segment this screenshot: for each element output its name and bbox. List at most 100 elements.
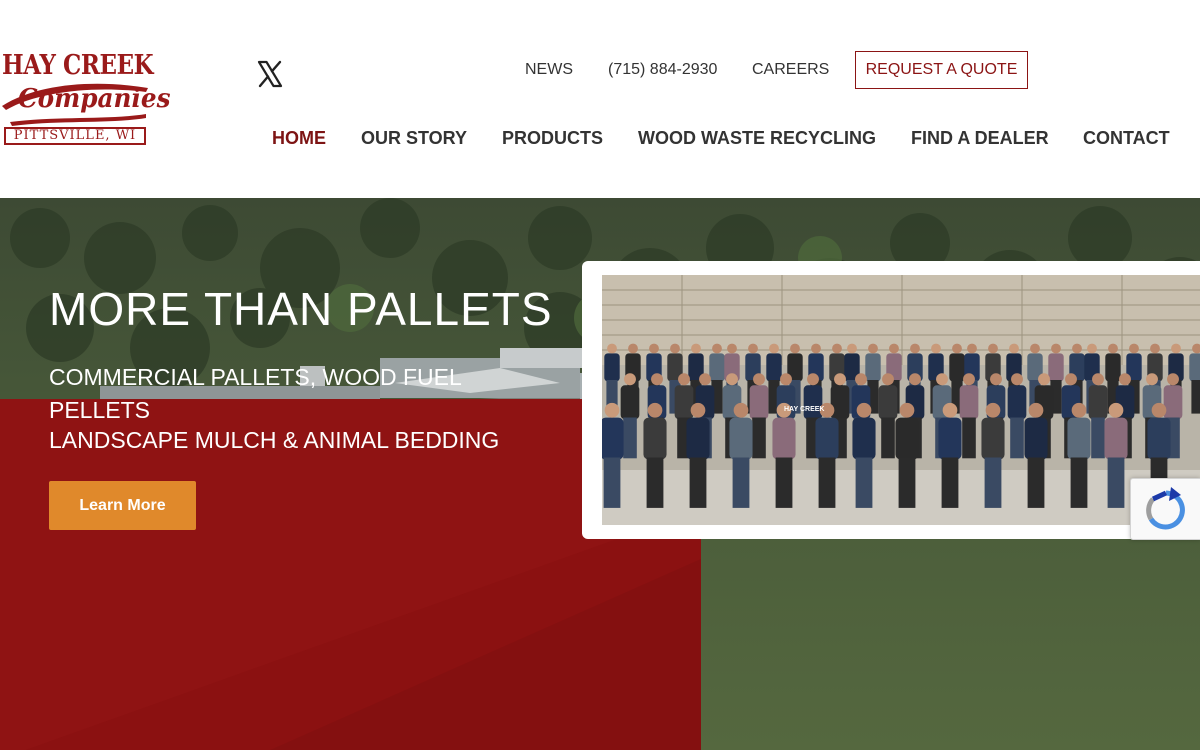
team-member-head bbox=[647, 402, 663, 418]
team-member-head bbox=[868, 343, 878, 354]
team-member-head bbox=[628, 343, 638, 354]
team-member-body bbox=[620, 385, 640, 420]
team-member-body bbox=[803, 385, 823, 420]
team-member-legs bbox=[689, 457, 707, 508]
team-member-head bbox=[1171, 343, 1181, 354]
team-member-body bbox=[1105, 353, 1121, 382]
logo-text-hay-creek: HAY CREEK bbox=[2, 50, 154, 81]
team-member-body bbox=[878, 385, 898, 420]
nav-wood-waste-recycling[interactable]: WOOD WASTE RECYCLING bbox=[638, 128, 876, 149]
nav-careers-link[interactable]: CAREERS bbox=[752, 61, 829, 79]
team-member-head bbox=[726, 373, 738, 386]
nav-contact[interactable]: CONTACT bbox=[1083, 128, 1170, 149]
team-member-head bbox=[834, 373, 846, 386]
team-member-head bbox=[604, 402, 620, 418]
team-photo-image: HAY CREEK bbox=[602, 275, 1200, 525]
team-member-head bbox=[1108, 343, 1118, 354]
team-member-body bbox=[1048, 353, 1064, 382]
team-member-head bbox=[753, 373, 765, 386]
team-member-head bbox=[651, 373, 663, 386]
nav-products[interactable]: PRODUCTS bbox=[502, 128, 603, 149]
team-member-legs bbox=[984, 457, 1002, 508]
team-member-head bbox=[988, 343, 998, 354]
team-member-head bbox=[678, 373, 690, 386]
team-member-head bbox=[847, 343, 857, 354]
team-member-body bbox=[602, 417, 624, 460]
team-member-head bbox=[624, 373, 636, 386]
team-member-head bbox=[699, 373, 711, 386]
team-member-legs bbox=[1010, 417, 1024, 459]
team-member-legs bbox=[941, 457, 959, 508]
nav-our-story[interactable]: OUR STORY bbox=[361, 128, 467, 149]
team-member-head bbox=[1167, 373, 1179, 386]
team-member-head bbox=[931, 343, 941, 354]
team-member-head bbox=[1108, 402, 1124, 418]
team-member-body bbox=[1024, 417, 1048, 460]
team-member-body bbox=[1007, 385, 1027, 420]
logo-location: PITTSVILLE, WI bbox=[4, 127, 146, 145]
team-photo-card: HAY CREEK bbox=[582, 261, 1200, 539]
logo-text-companies: Companies bbox=[18, 84, 171, 114]
team-member-head bbox=[832, 343, 842, 354]
learn-more-button[interactable]: Learn More bbox=[49, 481, 196, 530]
team-member-head bbox=[1051, 343, 1061, 354]
company-logo[interactable]: HAY CREEK Companies PITTSVILLE, WI bbox=[0, 50, 171, 150]
team-member-head bbox=[1151, 402, 1167, 418]
team-member-head bbox=[769, 343, 779, 354]
team-member-head bbox=[807, 373, 819, 386]
team-member-body bbox=[772, 417, 796, 460]
team-member-head bbox=[967, 343, 977, 354]
team-member-head bbox=[748, 343, 758, 354]
hero-subtitle-mulch: LANDSCAPE MULCH & ANIMAL BEDDING bbox=[49, 427, 500, 453]
shirt-logo-text: HAY CREEK bbox=[784, 406, 824, 413]
team-member-head bbox=[1011, 373, 1023, 386]
team-member-body bbox=[830, 385, 850, 420]
team-member-legs bbox=[818, 457, 836, 508]
team-member-head bbox=[882, 373, 894, 386]
team-member-head bbox=[790, 343, 800, 354]
team-member-head bbox=[1028, 402, 1044, 418]
team-member-head bbox=[952, 343, 962, 354]
team-member-body bbox=[1189, 353, 1200, 382]
team-member-body bbox=[766, 353, 782, 382]
team-member-body bbox=[949, 353, 965, 382]
team-member-head bbox=[712, 343, 722, 354]
nav-home[interactable]: HOME bbox=[272, 128, 326, 149]
team-member-body bbox=[981, 417, 1005, 460]
team-member-body bbox=[643, 417, 667, 460]
phone-link[interactable]: (715) 884-2930 bbox=[608, 61, 717, 79]
team-member-head bbox=[855, 373, 867, 386]
team-member-head bbox=[1150, 343, 1160, 354]
team-member-head bbox=[963, 373, 975, 386]
team-member-head bbox=[733, 402, 749, 418]
team-member-head bbox=[1009, 343, 1019, 354]
team-member-body bbox=[895, 417, 919, 460]
team-member-head bbox=[1087, 343, 1097, 354]
hero-title: MORE THAN PALLETS bbox=[49, 283, 553, 335]
x-logo-icon[interactable] bbox=[256, 60, 284, 88]
team-member-legs bbox=[855, 457, 873, 508]
team-member-legs bbox=[962, 417, 976, 459]
team-member-head bbox=[1038, 373, 1050, 386]
recaptcha-icon bbox=[1146, 487, 1185, 530]
recaptcha-badge[interactable] bbox=[1130, 478, 1200, 540]
team-member-legs bbox=[1070, 457, 1088, 508]
nav-news-link[interactable]: NEWS bbox=[525, 61, 573, 79]
team-member-head bbox=[811, 343, 821, 354]
team-member-legs bbox=[1107, 457, 1125, 508]
team-member-head bbox=[1129, 343, 1139, 354]
request-quote-button[interactable]: REQUEST A QUOTE bbox=[855, 51, 1028, 89]
team-member-head bbox=[780, 373, 792, 386]
team-member-legs bbox=[898, 457, 916, 508]
team-member-body bbox=[938, 417, 962, 460]
team-member-body bbox=[709, 353, 725, 382]
team-member-legs bbox=[646, 457, 664, 508]
team-member-body bbox=[729, 417, 753, 460]
team-member-head bbox=[1072, 343, 1082, 354]
team-member-head bbox=[1119, 373, 1131, 386]
team-member-head bbox=[1030, 343, 1040, 354]
nav-find-a-dealer[interactable]: FIND A DEALER bbox=[911, 128, 1049, 149]
team-member-body bbox=[959, 385, 979, 420]
team-member-head bbox=[910, 343, 920, 354]
team-member-body bbox=[1088, 385, 1108, 420]
